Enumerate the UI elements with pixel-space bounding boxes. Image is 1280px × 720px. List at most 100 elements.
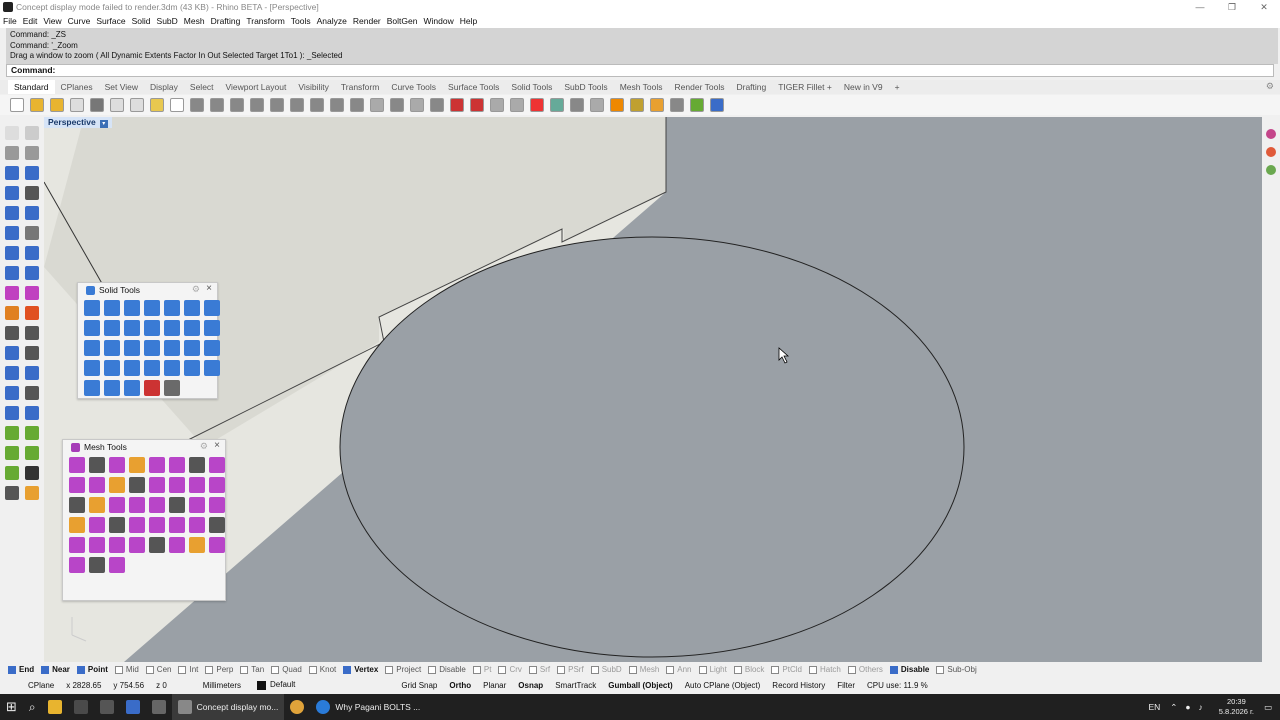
mesh-tool-icon[interactable] — [109, 477, 125, 493]
solid-tool-icon[interactable] — [184, 300, 200, 316]
menu-window[interactable]: Window — [423, 16, 453, 26]
tab-subd-tools[interactable]: SubD Tools — [558, 82, 613, 92]
mesh-tool-icon[interactable] — [149, 457, 165, 473]
tab-render-tools[interactable]: Render Tools — [669, 82, 731, 92]
zoom-extents-icon[interactable] — [270, 98, 284, 112]
solid-tool-icon[interactable] — [84, 300, 100, 316]
mesh-tool-icon[interactable] — [209, 537, 225, 553]
solid-tool-icon[interactable] — [184, 360, 200, 376]
osnap-mid[interactable]: Mid — [114, 665, 139, 674]
solid-tool-icon[interactable] — [84, 360, 100, 376]
pan-icon[interactable] — [190, 98, 204, 112]
calculator-app-icon[interactable] — [120, 694, 146, 720]
help-icon[interactable] — [710, 98, 724, 112]
save-icon[interactable] — [50, 98, 64, 112]
osnap-mesh[interactable]: Mesh — [628, 665, 659, 674]
solid-tool-icon[interactable] — [104, 340, 120, 356]
zoom-all-icon[interactable] — [330, 98, 344, 112]
copy-icon[interactable] — [130, 98, 144, 112]
text-icon[interactable] — [25, 326, 39, 340]
taskbar-browser-window[interactable]: Why Pagani BOLTS ... — [310, 694, 426, 720]
mesh-tool-icon[interactable] — [69, 497, 85, 513]
menu-boltgen[interactable]: BoltGen — [387, 16, 418, 26]
solid-tool-icon[interactable] — [204, 360, 220, 376]
solid-tool-icon[interactable] — [124, 340, 140, 356]
loft-icon[interactable] — [5, 386, 19, 400]
solid-tool-icon[interactable] — [184, 340, 200, 356]
zoom-window-icon[interactable] — [250, 98, 264, 112]
tab-transform[interactable]: Transform — [335, 82, 385, 92]
sun-icon[interactable] — [570, 98, 584, 112]
surface-icon[interactable] — [5, 246, 19, 260]
network-icon[interactable] — [5, 406, 19, 420]
grid-snap-toggle[interactable]: Grid Snap — [401, 681, 437, 690]
osnap-perp[interactable]: Perp — [205, 665, 233, 674]
globe-icon[interactable] — [670, 98, 684, 112]
osnap-disable[interactable]: Disable — [428, 665, 466, 674]
zoom-icon[interactable] — [230, 98, 244, 112]
menu-mesh[interactable]: Mesh — [184, 16, 205, 26]
mesh-tool-icon[interactable] — [89, 477, 105, 493]
mesh-tool-icon[interactable] — [149, 497, 165, 513]
tab-viewport-layout[interactable]: Viewport Layout — [220, 82, 293, 92]
mesh-icon[interactable] — [25, 266, 39, 280]
mesh-tool-icon[interactable] — [89, 557, 105, 573]
tab-surface-tools[interactable]: Surface Tools — [442, 82, 505, 92]
tab-tiger-fillet-[interactable]: TIGER Fillet + — [772, 82, 838, 92]
polygon-icon[interactable] — [25, 206, 39, 220]
mesh-tool-icon[interactable] — [169, 517, 185, 533]
tab-standard[interactable]: Standard — [8, 80, 55, 94]
box-icon[interactable] — [5, 226, 19, 240]
chrome-icon[interactable] — [284, 694, 310, 720]
osnap-toggle[interactable]: Osnap — [518, 681, 543, 690]
tab-drafting[interactable]: Drafting — [730, 82, 772, 92]
perspective-viewport[interactable]: Perspective ▾ — [44, 117, 1262, 662]
explode-icon[interactable] — [5, 306, 19, 320]
light-icon[interactable] — [430, 98, 444, 112]
solid-tool-icon[interactable] — [164, 300, 180, 316]
solid-tool-icon[interactable] — [84, 340, 100, 356]
osnap-near[interactable]: Near — [41, 665, 70, 674]
menu-render[interactable]: Render — [353, 16, 381, 26]
auto-cplane-toggle[interactable]: Auto CPlane (Object) — [685, 681, 761, 690]
osnap-hatch[interactable]: Hatch — [808, 665, 841, 674]
mesh-tool-icon[interactable] — [109, 537, 125, 553]
filter-toggle[interactable]: Filter — [837, 681, 855, 690]
brush-icon[interactable] — [610, 98, 624, 112]
volume-icon[interactable]: ♪ — [1199, 702, 1203, 712]
mesh-tool-icon[interactable] — [169, 477, 185, 493]
tab-new-in-v9[interactable]: New in V9 — [838, 82, 889, 92]
solid-tool-icon[interactable] — [104, 320, 120, 336]
osnap-disable[interactable]: Disable — [889, 665, 929, 674]
select-icon[interactable] — [410, 98, 424, 112]
close-icon[interactable]: × — [214, 440, 220, 451]
layout-icon[interactable] — [5, 486, 19, 500]
paste-icon[interactable] — [150, 98, 164, 112]
clock[interactable]: 20:39 5.8.2026 г. — [1219, 697, 1254, 717]
solid-tool-icon[interactable] — [124, 300, 140, 316]
select-arrow-icon[interactable] — [5, 126, 19, 140]
print-icon[interactable] — [70, 98, 84, 112]
mesh-tool-icon[interactable] — [89, 457, 105, 473]
solid-tool-icon[interactable] — [144, 300, 160, 316]
ellipse-icon[interactable] — [25, 166, 39, 180]
menu-surface[interactable]: Surface — [96, 16, 125, 26]
layers-icon[interactable] — [1266, 129, 1276, 139]
tab-set-view[interactable]: Set View — [99, 82, 144, 92]
mesh-tool-icon[interactable] — [189, 517, 205, 533]
command-input[interactable]: Command: — [6, 64, 1274, 77]
array-icon[interactable] — [25, 346, 39, 360]
mesh-tool-icon[interactable] — [189, 457, 205, 473]
pin-icon[interactable] — [630, 98, 644, 112]
mesh-tools-header[interactable]: Mesh Tools ⚙ × — [63, 440, 225, 454]
fillet-icon[interactable] — [25, 186, 39, 200]
osnap-end[interactable]: End — [8, 665, 34, 674]
mesh-tool-icon[interactable] — [149, 477, 165, 493]
osnap-crv[interactable]: Crv — [498, 665, 522, 674]
mesh-tool-icon[interactable] — [209, 477, 225, 493]
osnap-ptcld[interactable]: PtCld — [771, 665, 802, 674]
circle-icon[interactable] — [5, 166, 19, 180]
grid-icon[interactable] — [390, 98, 404, 112]
osnap-knot[interactable]: Knot — [308, 665, 336, 674]
curve-icon[interactable] — [590, 98, 604, 112]
